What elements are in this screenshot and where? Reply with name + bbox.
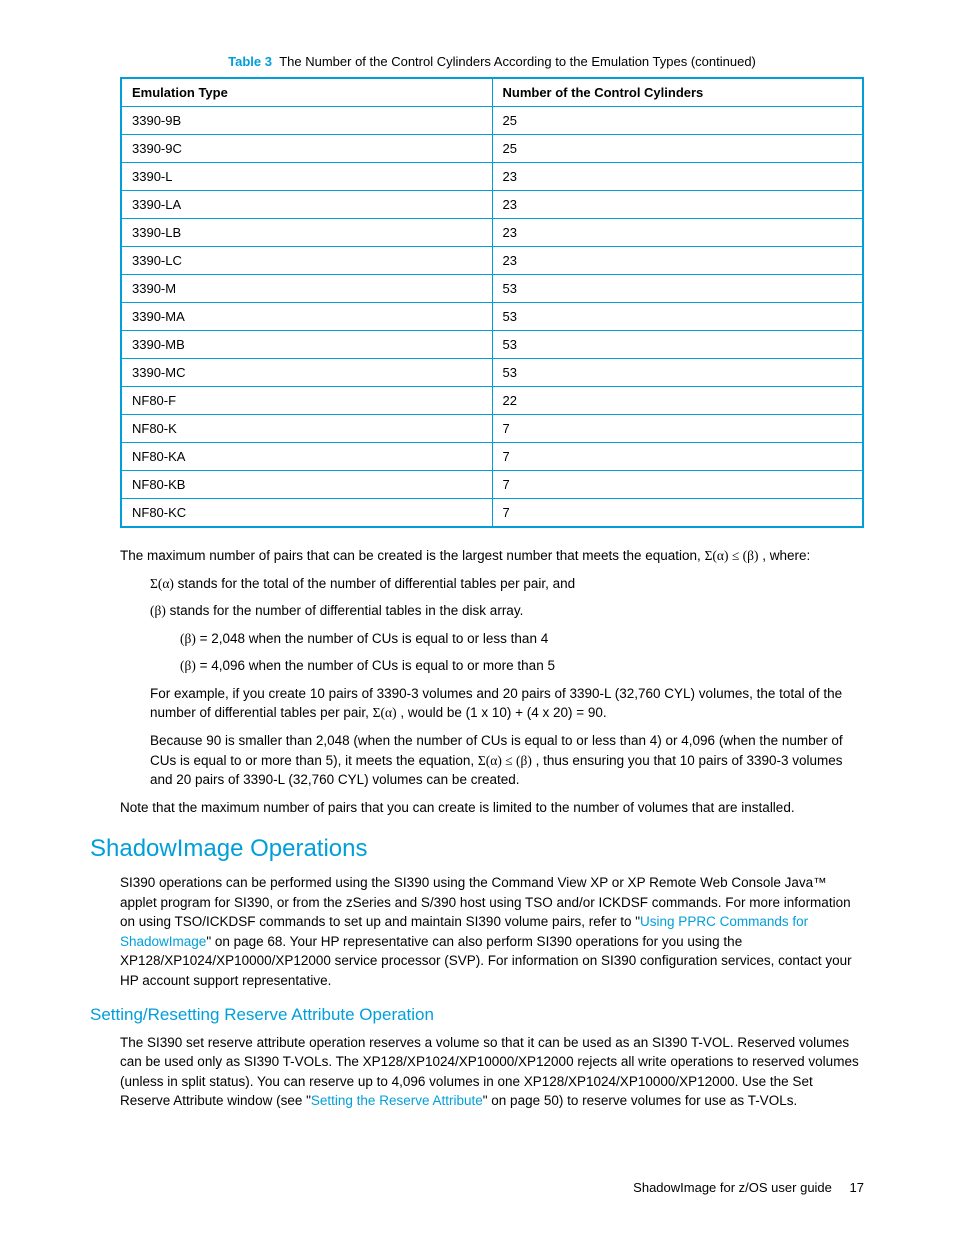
shadowimage-paragraph: SI390 operations can be performed using …: [120, 873, 864, 990]
emulation-type-cell: 3390-L: [121, 163, 492, 191]
sigma-alpha-def: Σ(α) stands for the total of the number …: [150, 574, 864, 594]
cylinders-cell: 7: [492, 471, 863, 499]
table-header-cylinders: Number of the Control Cylinders: [492, 78, 863, 107]
setting-reserve-heading: Setting/Resetting Reserve Attribute Oper…: [90, 1005, 864, 1025]
table-row: 3390-9B25: [121, 107, 863, 135]
table-row: 3390-LC23: [121, 247, 863, 275]
page-footer: ShadowImage for z/OS user guide 17: [633, 1180, 864, 1195]
cylinders-cell: 7: [492, 443, 863, 471]
beta-2048: (β) = 2,048 when the number of CUs is eq…: [180, 629, 864, 649]
beta-4096: (β) = 4,096 when the number of CUs is eq…: [180, 656, 864, 676]
table-row: NF80-KA7: [121, 443, 863, 471]
cylinders-cell: 7: [492, 499, 863, 528]
table-caption-text: The Number of the Control Cylinders Acco…: [279, 54, 756, 69]
cylinders-cell: 7: [492, 415, 863, 443]
example-paragraph-1: For example, if you create 10 pairs of 3…: [150, 684, 864, 723]
table-row: NF80-K7: [121, 415, 863, 443]
note-paragraph: Note that the maximum number of pairs th…: [120, 798, 864, 818]
cylinders-cell: 53: [492, 331, 863, 359]
emulation-type-cell: NF80-KA: [121, 443, 492, 471]
cylinders-cell: 53: [492, 275, 863, 303]
shadowimage-heading: ShadowImage Operations: [90, 835, 864, 863]
table-header-emulation: Emulation Type: [121, 78, 492, 107]
cylinders-cell: 25: [492, 107, 863, 135]
control-cylinders-table: Emulation Type Number of the Control Cyl…: [120, 77, 864, 528]
table-row: 3390-M53: [121, 275, 863, 303]
emulation-type-cell: 3390-MC: [121, 359, 492, 387]
footer-page-number: 17: [850, 1180, 864, 1195]
emulation-type-cell: 3390-9C: [121, 135, 492, 163]
table-row: 3390-MA53: [121, 303, 863, 331]
setting-reserve-paragraph: The SI390 set reserve attribute operatio…: [120, 1033, 864, 1111]
emulation-type-cell: NF80-F: [121, 387, 492, 415]
emulation-type-cell: NF80-KC: [121, 499, 492, 528]
setting-reserve-link[interactable]: Setting the Reserve Attribute: [311, 1093, 483, 1108]
emulation-type-cell: 3390-9B: [121, 107, 492, 135]
table-row: NF80-KB7: [121, 471, 863, 499]
cylinders-cell: 23: [492, 247, 863, 275]
cylinders-cell: 53: [492, 303, 863, 331]
table-row: 3390-L23: [121, 163, 863, 191]
table-row: 3390-MC53: [121, 359, 863, 387]
emulation-type-cell: 3390-LA: [121, 191, 492, 219]
cylinders-cell: 23: [492, 219, 863, 247]
cylinders-cell: 25: [492, 135, 863, 163]
emulation-type-cell: 3390-LC: [121, 247, 492, 275]
table-row: 3390-LA23: [121, 191, 863, 219]
emulation-type-cell: 3390-M: [121, 275, 492, 303]
table-row: 3390-LB23: [121, 219, 863, 247]
emulation-type-cell: 3390-MA: [121, 303, 492, 331]
table-caption: Table 3 The Number of the Control Cylind…: [120, 54, 864, 69]
emulation-type-cell: 3390-MB: [121, 331, 492, 359]
table-header-row: Emulation Type Number of the Control Cyl…: [121, 78, 863, 107]
table-row: 3390-MB53: [121, 331, 863, 359]
page-content: Table 3 The Number of the Control Cylind…: [120, 54, 864, 1111]
emulation-type-cell: NF80-KB: [121, 471, 492, 499]
emulation-type-cell: NF80-K: [121, 415, 492, 443]
table-row: NF80-F22: [121, 387, 863, 415]
table-row: NF80-KC7: [121, 499, 863, 528]
equation-symbol: Σ(α) ≤ (β): [705, 548, 759, 563]
cylinders-cell: 23: [492, 163, 863, 191]
footer-title: ShadowImage for z/OS user guide: [633, 1180, 832, 1195]
cylinders-cell: 23: [492, 191, 863, 219]
example-paragraph-2: Because 90 is smaller than 2,048 (when t…: [150, 731, 864, 790]
cylinders-cell: 22: [492, 387, 863, 415]
equation-intro: The maximum number of pairs that can be …: [120, 546, 864, 566]
cylinders-cell: 53: [492, 359, 863, 387]
emulation-type-cell: 3390-LB: [121, 219, 492, 247]
table-row: 3390-9C25: [121, 135, 863, 163]
beta-def: (β) stands for the number of differentia…: [150, 601, 864, 621]
table-label: Table 3: [228, 54, 272, 69]
